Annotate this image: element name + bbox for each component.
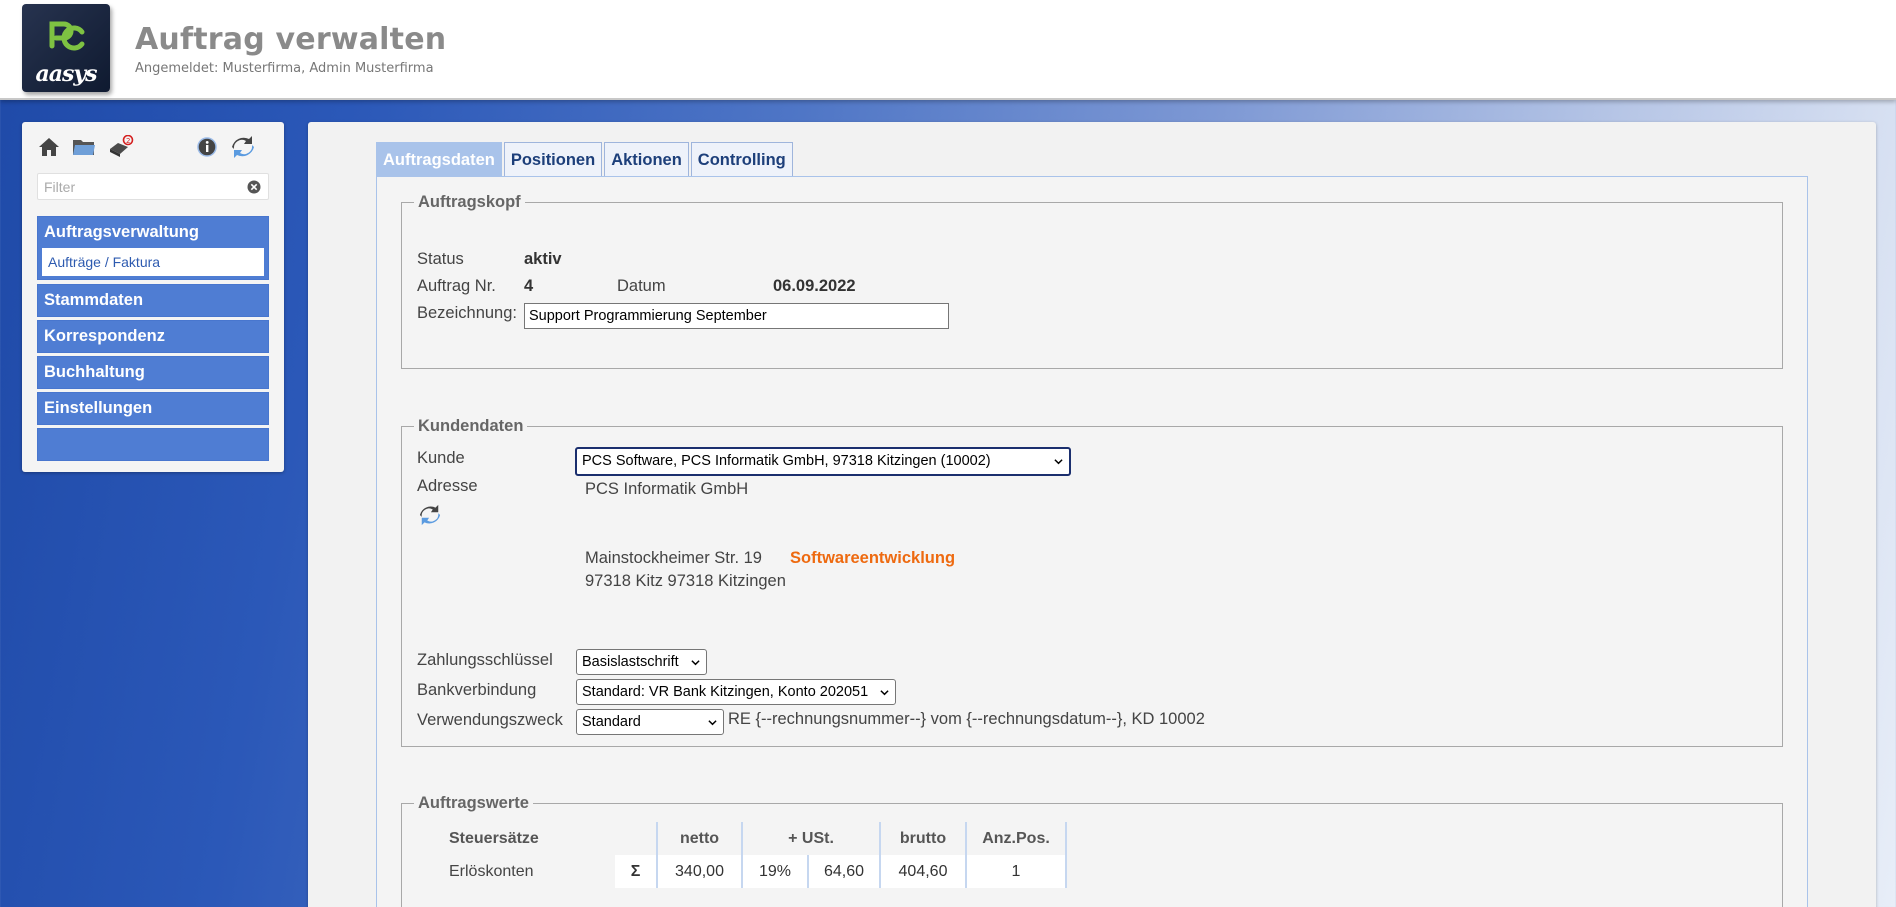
row-ust: 64,60 xyxy=(807,855,880,888)
bezeichnung-input[interactable] xyxy=(524,303,949,329)
verwendungszweck-template: RE {--rechnungsnummer--} vom {--rechnung… xyxy=(728,710,1205,728)
header-brutto: brutto xyxy=(879,822,966,855)
row-erloeskonten: Erlöskonten xyxy=(435,855,615,888)
nav-group-buchhaltung: Buchhaltung xyxy=(37,356,269,389)
row-sigma: Σ xyxy=(615,855,657,888)
kunde-select[interactable]: PCS Software, PCS Informatik GmbH, 97318… xyxy=(575,447,1071,476)
page-title: Auftrag verwalten xyxy=(135,22,447,57)
filter-input[interactable] xyxy=(38,174,238,199)
status-value: aktiv xyxy=(524,250,562,268)
zahlungsschluessel-value: Basislastschrift xyxy=(582,654,679,670)
row-anz-pos: 1 xyxy=(965,855,1067,888)
tab-controlling[interactable]: Controlling xyxy=(690,142,793,177)
bezeichnung-label: Bezeichnung: xyxy=(417,304,517,322)
header-anz-pos: Anz.Pos. xyxy=(965,822,1067,855)
tab-aktionen[interactable]: Aktionen xyxy=(604,142,689,177)
datum-value: 06.09.2022 xyxy=(773,277,856,295)
nav-auftragsverwaltung[interactable]: Auftragsverwaltung xyxy=(38,217,268,248)
customer-category: Softwareentwicklung xyxy=(790,549,956,567)
zahlungsschluessel-select[interactable]: Basislastschrift xyxy=(576,649,707,675)
auftrag-nr-value: 4 xyxy=(524,277,534,295)
app-header: aasys Auftrag verwalten Angemeldet: Must… xyxy=(0,0,1896,100)
kundendaten-legend: Kundendaten xyxy=(418,417,524,435)
aasys-logo[interactable]: aasys xyxy=(22,4,110,92)
auftragskopf-legend: Auftragskopf xyxy=(418,193,521,211)
home-icon[interactable] xyxy=(36,134,62,160)
chevron-down-icon xyxy=(708,720,717,726)
verwendungszweck-value: Standard xyxy=(582,714,641,730)
bankverbindung-select[interactable]: Standard: VR Bank Kitzingen, Konto 20205… xyxy=(576,679,896,705)
nav-empty-slot xyxy=(37,428,269,461)
tab-positionen[interactable]: Positionen xyxy=(503,142,603,177)
status-label: Status xyxy=(417,250,464,268)
header-netto: netto xyxy=(656,822,742,855)
auftragswerte-table: Steuersätze netto + USt. brutto Anz.Pos.… xyxy=(435,822,1067,888)
logo-wordmark: aasys xyxy=(35,61,97,87)
nav-group-auftragsverwaltung: Auftragsverwaltung Aufträge / Faktura xyxy=(37,216,269,280)
nav-buchhaltung[interactable]: Buchhaltung xyxy=(38,357,268,388)
nav-group-stammdaten: Stammdaten xyxy=(37,284,269,317)
chevron-down-icon xyxy=(691,660,700,666)
table-row: Erlöskonten Σ 340,00 19% 64,60 404,60 1 xyxy=(435,855,1067,888)
kunde-label: Kunde xyxy=(417,449,465,467)
row-ust-rate: 19% xyxy=(741,855,808,888)
tab-panel-auftragsdaten: Auftragskopf Status aktiv Auftrag Nr. 4 … xyxy=(376,176,1808,907)
nav-group-einstellungen: Einstellungen xyxy=(37,392,269,425)
nav-stammdaten[interactable]: Stammdaten xyxy=(38,285,268,316)
pcs-logo-mark xyxy=(49,21,85,51)
refresh-icon[interactable] xyxy=(230,134,256,160)
datum-label: Datum xyxy=(617,277,666,295)
verwendungszweck-label: Verwendungszweck xyxy=(417,711,563,729)
row-brutto: 404,60 xyxy=(879,855,966,888)
adresse-label: Adresse xyxy=(417,477,478,495)
address-city: 97318 Kitz 97318 Kitzingen xyxy=(585,572,786,590)
notifications-icon[interactable]: 2 xyxy=(108,134,134,160)
filter-field xyxy=(37,173,269,200)
auftrag-nr-label: Auftrag Nr. xyxy=(417,277,496,295)
svg-text:2: 2 xyxy=(126,137,130,145)
row-netto: 340,00 xyxy=(656,855,742,888)
nav-korrespondenz[interactable]: Korrespondenz xyxy=(38,321,268,352)
tab-auftragsdaten[interactable]: Auftragsdaten xyxy=(376,142,502,177)
header-ust: + USt. xyxy=(741,822,880,855)
nav-group-korrespondenz: Korrespondenz xyxy=(37,320,269,353)
bankverbindung-value: Standard: VR Bank Kitzingen, Konto 20205… xyxy=(582,684,869,700)
auftragswerte-legend: Auftragswerte xyxy=(418,794,529,812)
nav-auftraege-faktura[interactable]: Aufträge / Faktura xyxy=(42,248,264,276)
nav-einstellungen[interactable]: Einstellungen xyxy=(38,393,268,424)
auftragskopf-fieldset: Auftragskopf xyxy=(401,193,1783,369)
kunde-selected-value: PCS Software, PCS Informatik GmbH, 97318… xyxy=(582,453,991,469)
address-street: Mainstockheimer Str. 19 xyxy=(585,549,762,567)
clear-filter-icon[interactable] xyxy=(247,180,261,194)
verwendungszweck-select[interactable]: Standard xyxy=(576,709,724,735)
address-line1: PCS Informatik GmbH xyxy=(585,480,749,498)
table-header-row: Steuersätze netto + USt. brutto Anz.Pos. xyxy=(435,822,1067,855)
chevron-down-icon xyxy=(1054,459,1063,465)
tab-bar: Auftragsdaten Positionen Aktionen Contro… xyxy=(376,142,795,177)
header-steuersaetze: Steuersätze xyxy=(435,822,657,855)
bankverbindung-label: Bankverbindung xyxy=(417,681,537,699)
folder-icon[interactable] xyxy=(71,134,97,160)
info-icon[interactable] xyxy=(194,134,220,160)
refresh-address-icon[interactable] xyxy=(417,504,443,526)
zahlungsschluessel-label: Zahlungsschlüssel xyxy=(417,651,553,669)
chevron-down-icon xyxy=(880,690,889,696)
sidebar: 2 Auftragsverwaltung Aufträge / Faktura … xyxy=(22,122,284,472)
login-info: Angemeldet: Musterfirma, Admin Musterfir… xyxy=(135,61,434,76)
